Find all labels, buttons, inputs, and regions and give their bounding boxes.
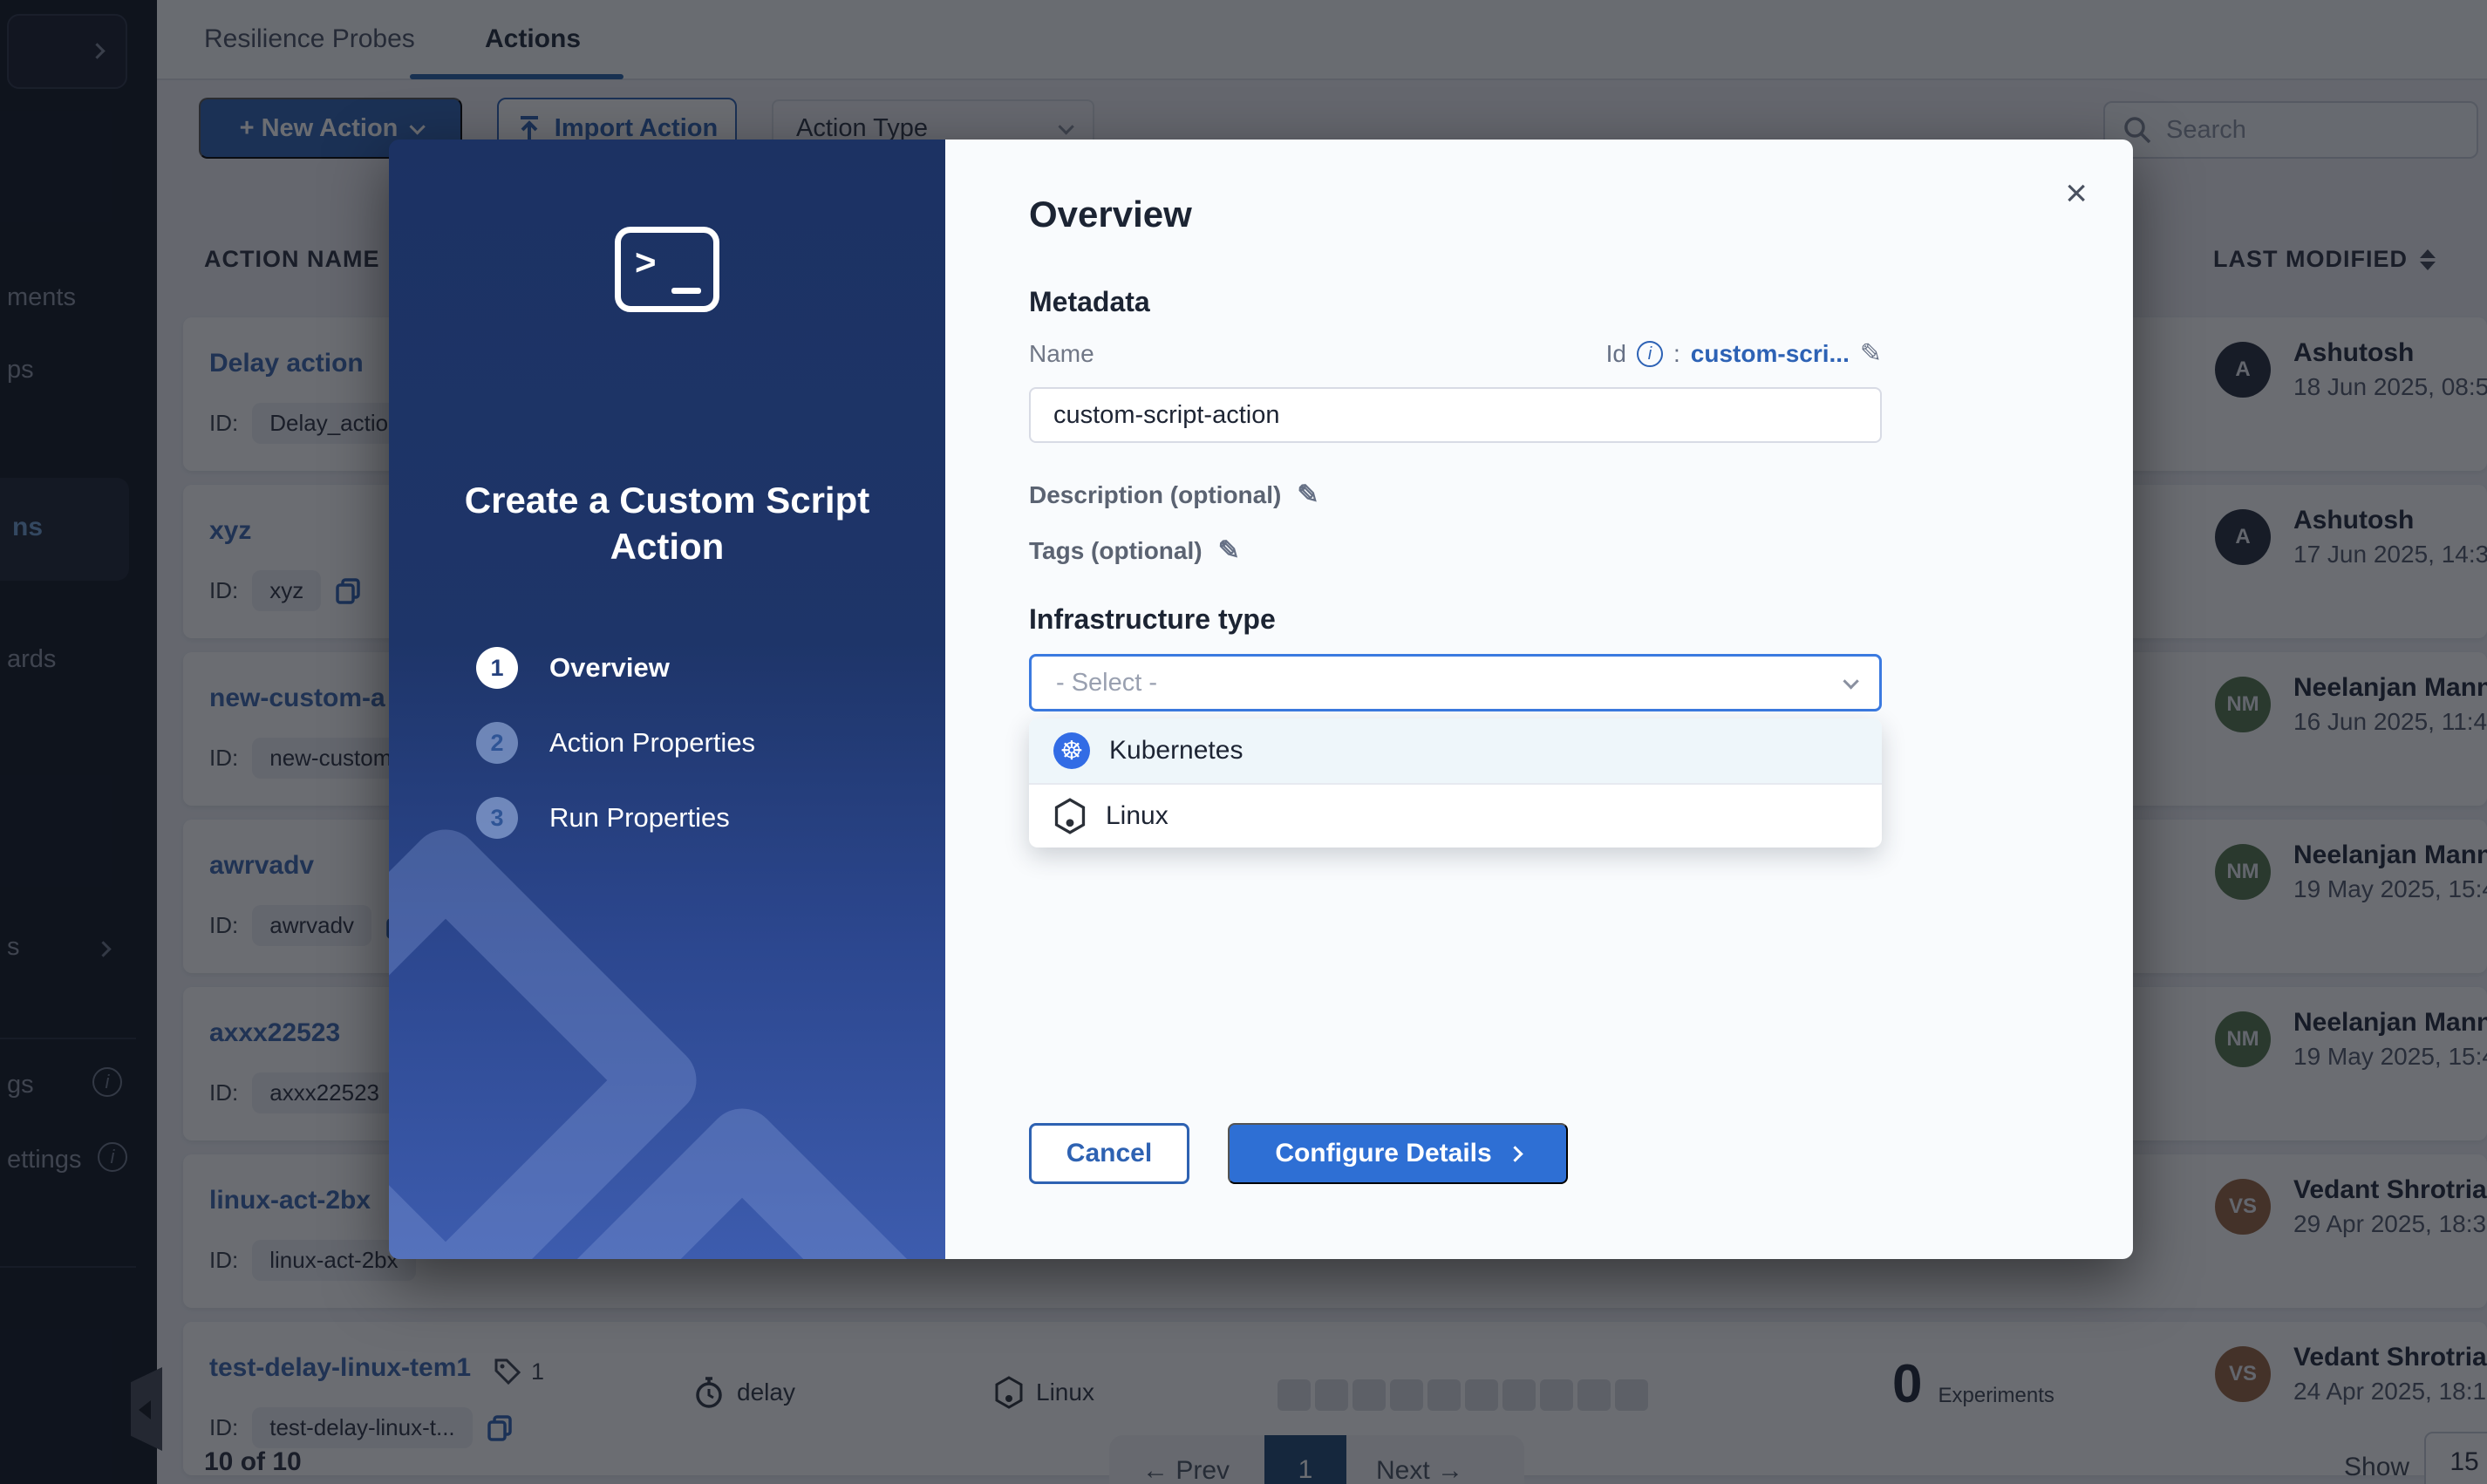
modal-left-panel: > Create a Custom Script Action 1 Overvi…: [389, 140, 945, 1259]
chevron-right-icon: [1507, 1146, 1523, 1161]
edit-id-icon[interactable]: ✎: [1860, 338, 1882, 369]
infrastructure-type-menu: ☸ Kubernetes Linux: [1029, 718, 1882, 848]
tags-row: Tags (optional) ✎: [1029, 535, 1240, 566]
modal-title: Create a Custom Script Action: [389, 478, 945, 569]
metadata-heading: Metadata: [1029, 286, 1150, 318]
terminal-icon: >: [615, 227, 719, 312]
chevron-down-icon: [1843, 673, 1858, 689]
kubernetes-icon: ☸: [1053, 732, 1090, 769]
infrastructure-type-select[interactable]: - Select -: [1029, 654, 1882, 711]
name-input[interactable]: [1029, 387, 1882, 443]
info-icon[interactable]: i: [1637, 341, 1663, 367]
edit-description-icon[interactable]: ✎: [1297, 480, 1318, 510]
id-label: Id: [1606, 340, 1626, 368]
close-icon[interactable]: ×: [2065, 174, 2088, 213]
step-action-properties[interactable]: 2 Action Properties: [476, 722, 755, 764]
id-value-link[interactable]: custom-scri...: [1691, 340, 1850, 368]
modal-footer: Cancel Configure Details: [1029, 1123, 1568, 1184]
option-kubernetes[interactable]: ☸ Kubernetes: [1029, 718, 1882, 783]
name-row: Name Id i : custom-scri... ✎: [1029, 338, 1882, 369]
linux-icon: [1053, 798, 1087, 834]
configure-details-button[interactable]: Configure Details: [1228, 1123, 1568, 1184]
option-linux[interactable]: Linux: [1029, 783, 1882, 848]
modal-body: × Overview Metadata Name Id i : custom-s…: [945, 140, 2133, 1259]
step-run-properties[interactable]: 3 Run Properties: [476, 797, 730, 839]
create-action-modal: > Create a Custom Script Action 1 Overvi…: [389, 140, 2133, 1259]
id-colon: :: [1673, 340, 1680, 368]
infrastructure-type-heading: Infrastructure type: [1029, 603, 1276, 636]
edit-tags-icon[interactable]: ✎: [1218, 535, 1240, 566]
name-label: Name: [1029, 340, 1094, 368]
id-group: Id i : custom-scri... ✎: [1606, 338, 1882, 369]
cancel-button[interactable]: Cancel: [1029, 1123, 1189, 1184]
description-row: Description (optional) ✎: [1029, 480, 1318, 510]
app-root: ments ps ns ards s gs i ettings i Resili…: [0, 0, 2487, 1484]
step-overview[interactable]: 1 Overview: [476, 647, 670, 689]
step-heading: Overview: [1029, 194, 1192, 235]
